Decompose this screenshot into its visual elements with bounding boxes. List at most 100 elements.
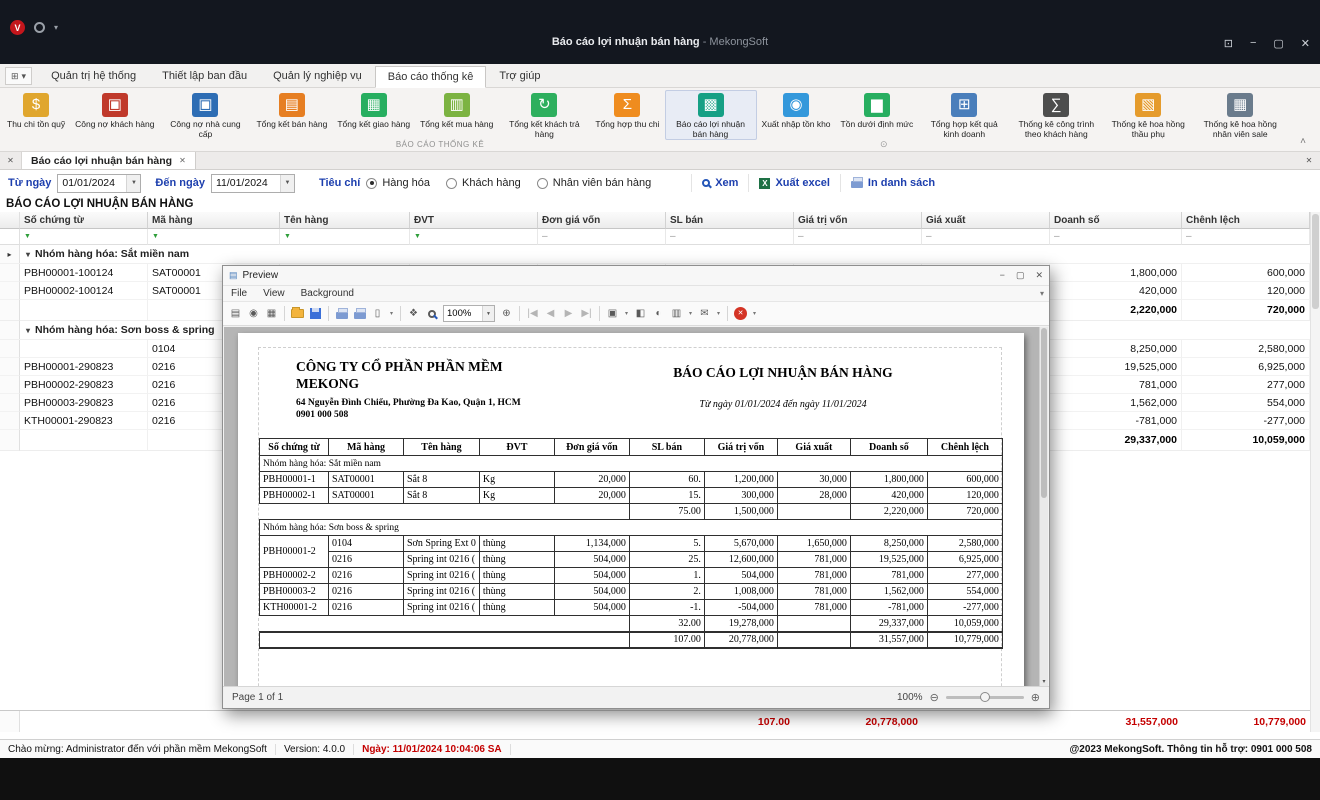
from-date-input[interactable]: 01/01/2024 ▼ [57, 174, 141, 193]
tab-thiet-lap-ban-dau[interactable]: Thiết lập ban đầu [149, 65, 260, 87]
watermark-icon[interactable]: ◐ [650, 305, 667, 323]
tabstrip-right-close-icon[interactable]: ✕ [1298, 152, 1320, 169]
to-date-dropdown-icon[interactable]: ▼ [280, 175, 294, 192]
first-page-icon[interactable]: |◀ [524, 305, 541, 323]
group-collapse-icon[interactable]: ▾ [26, 250, 30, 259]
last-page-icon[interactable]: ▶| [578, 305, 595, 323]
page-setup-icon[interactable]: ▯ [369, 305, 386, 323]
multiple-pages-icon[interactable]: ▣ [604, 305, 621, 323]
exit-preview-icon[interactable]: ✕ [732, 305, 749, 323]
preview-vertical-scrollbar[interactable]: ▾ [1039, 327, 1048, 686]
col-so-chung-tu[interactable]: Số chứng từ [20, 212, 148, 229]
quick-access-dropdown-icon[interactable]: ▾ [54, 23, 58, 32]
filter-dash-icon[interactable]: – [542, 231, 548, 242]
prev-page-icon[interactable]: ◀ [542, 305, 559, 323]
menu-launcher-button[interactable]: ⊞ ▾ [5, 67, 32, 85]
doc-tab-close-icon[interactable]: ✕ [179, 156, 186, 165]
tab-tro-giup[interactable]: Trợ giúp [486, 65, 553, 87]
filter-dash-icon[interactable]: – [670, 231, 676, 242]
filter-dash-icon[interactable]: – [1186, 231, 1192, 242]
col-chenh-lech[interactable]: Chênh lệch [1182, 212, 1310, 229]
preview-minimize-icon[interactable]: − [1000, 270, 1005, 281]
email-dropdown-icon[interactable]: ▾ [714, 305, 723, 323]
ribbon-tong-ket-khach-tra-hang[interactable]: ↻Tổng kết khách trả hàng [498, 90, 590, 140]
col-ten-hang[interactable]: Tên hàng [280, 212, 410, 229]
zoom-slider[interactable] [946, 696, 1024, 699]
ribbon-thong-ke-hoa-hong-thau-phu[interactable]: ▧Thống kê hoa hồng thầu phụ [1102, 90, 1194, 140]
print-icon[interactable] [333, 305, 350, 323]
export-document-icon[interactable]: ▥ [668, 305, 685, 323]
tab-quan-ly-nghiep-vu[interactable]: Quản lý nghiệp vụ [260, 65, 375, 87]
preview-menu-file[interactable]: File [231, 288, 247, 299]
ribbon-tong-hop-thu-chi[interactable]: ΣTổng hợp thu chi [590, 90, 664, 140]
radio-khach-hang[interactable]: Khách hàng [446, 177, 521, 189]
preview-close-icon[interactable]: ✕ [1035, 270, 1043, 281]
tab-quan-tri-he-thong[interactable]: Quản trị hệ thống [38, 65, 149, 87]
filter-dash-icon[interactable]: – [798, 231, 804, 242]
preview-menu-overflow-icon[interactable]: ▾ [1040, 289, 1049, 298]
hand-tool-icon[interactable]: ❖ [405, 305, 422, 323]
filter-funnel-icon[interactable]: ▼ [152, 233, 159, 240]
save-icon[interactable] [307, 305, 324, 323]
minimize-icon[interactable]: − [1250, 37, 1256, 50]
magnifier-icon[interactable] [423, 305, 440, 323]
page-layout-icon[interactable]: ▤ [227, 305, 244, 323]
ribbon-bao-cao-loi-nhuan-ban-hang[interactable]: ▩Báo cáo lợi nhuận bán hàng [665, 90, 757, 140]
ribbon-tong-ket-ban-hang[interactable]: ▤Tổng kết bán hàng [251, 90, 332, 140]
ribbon-ton-duoi-dinh-muc[interactable]: ▆Tồn dưới định mức [836, 90, 919, 140]
zoom-out-icon[interactable]: ⊖ [930, 691, 939, 704]
preview-menu-background[interactable]: Background [301, 288, 354, 299]
quick-print-icon[interactable] [351, 305, 368, 323]
ribbon-thong-ke-cong-trinh[interactable]: ∑Thống kê công trình theo khách hàng [1010, 90, 1102, 140]
scroll-down-icon[interactable]: ▾ [1040, 678, 1048, 685]
col-sl-ban[interactable]: SL bán [666, 212, 794, 229]
tabstrip-close-icon[interactable]: ✕ [0, 152, 22, 169]
grid-vertical-scrollbar[interactable] [1310, 212, 1320, 732]
find-icon[interactable]: ◉ [245, 305, 262, 323]
preview-menu-view[interactable]: View [263, 288, 285, 299]
ribbon-cong-no-khach-hang[interactable]: ▣Công nợ khách hàng [70, 90, 159, 140]
ribbon-xuat-nhap-ton-kho[interactable]: ◉Xuất nhập tồn kho [757, 90, 836, 140]
col-gia-xuat[interactable]: Giá xuất [922, 212, 1050, 229]
scrollbar-thumb[interactable] [1041, 328, 1047, 498]
group-collapse-icon[interactable]: ▾ [26, 326, 30, 335]
quick-access-icon[interactable] [34, 22, 45, 33]
col-don-gia-von[interactable]: Đơn giá vốn [538, 212, 666, 229]
zoom-slider-handle[interactable] [980, 692, 990, 702]
print-list-button[interactable]: In danh sách [840, 174, 945, 192]
doc-tab-bao-cao-loi-nhuan[interactable]: Báo cáo lợi nhuận bán hàng ✕ [22, 152, 196, 169]
ribbon-tong-ket-giao-hang[interactable]: ▦Tổng kết giao hàng [332, 90, 415, 140]
tab-bao-cao-thong-ke[interactable]: Báo cáo thống kê [375, 66, 487, 88]
maximize-icon[interactable]: ▢ [1273, 37, 1283, 50]
filter-dash-icon[interactable]: – [1054, 231, 1060, 242]
thumbnails-icon[interactable]: ▦ [263, 305, 280, 323]
filter-funnel-icon[interactable]: ▼ [24, 233, 31, 240]
group-row-sat-mien-nam[interactable]: ▸ ▾Nhóm hàng hóa: Sắt miền nam [0, 245, 1310, 264]
ribbon-tong-ket-mua-hang[interactable]: ▥Tổng kết mua hàng [415, 90, 498, 140]
filter-dash-icon[interactable]: – [926, 231, 932, 242]
email-icon[interactable]: ✉ [696, 305, 713, 323]
ribbon-group-launcher-icon[interactable]: ⊙ [880, 139, 888, 150]
radio-nhan-vien-ban-hang[interactable]: Nhân viên bán hàng [537, 177, 651, 189]
close-icon[interactable]: ✕ [1301, 37, 1310, 50]
ribbon-cong-no-nha-cung-cap[interactable]: ▣Công nợ nhà cung cấp [159, 90, 251, 140]
export-excel-button[interactable]: X Xuất excel [748, 174, 839, 192]
ribbon-collapse-icon[interactable]: ˄ [1300, 136, 1306, 147]
col-doanh-so[interactable]: Doanh số [1050, 212, 1182, 229]
radio-hang-hoa[interactable]: Hàng hóa [366, 177, 430, 189]
preview-maximize-icon[interactable]: ▢ [1016, 270, 1025, 281]
ribbon-thong-ke-hoa-hong-sale[interactable]: ▦Thống kê hoa hồng nhân viên sale [1194, 90, 1286, 140]
zoom-select[interactable]: 100% ▼ [443, 305, 495, 322]
pages-dropdown-icon[interactable]: ▾ [622, 305, 631, 323]
toolbar-overflow-icon[interactable]: ▾ [750, 305, 759, 323]
zoom-in-icon[interactable]: ⊕ [498, 305, 515, 323]
filter-funnel-icon[interactable]: ▼ [284, 233, 291, 240]
col-gia-tri-von[interactable]: Giá trị vốn [794, 212, 922, 229]
filter-funnel-icon[interactable]: ▼ [414, 233, 421, 240]
ribbon-thu-chi-ton-quy[interactable]: $Thu chi tồn quỹ [2, 90, 70, 140]
view-button[interactable]: Xem [691, 174, 748, 192]
page-color-icon[interactable]: ◧ [632, 305, 649, 323]
scale-dropdown-icon[interactable]: ▾ [387, 305, 396, 323]
restore-down-icon[interactable]: ⊡ [1224, 37, 1233, 50]
ribbon-tong-hop-ket-qua-kinh-doanh[interactable]: ⊞Tổng hợp kết quả kinh doanh [918, 90, 1010, 140]
